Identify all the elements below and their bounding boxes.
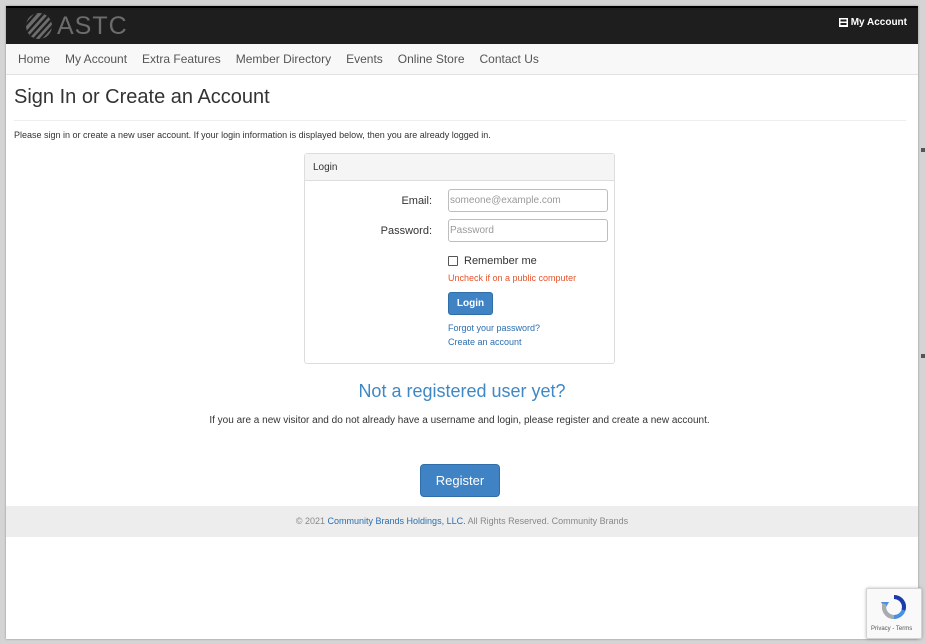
- nav-item-online-store[interactable]: Online Store: [390, 52, 472, 66]
- scrollbar-marker: [921, 148, 925, 152]
- email-field[interactable]: [448, 189, 608, 212]
- my-account-label: My Account: [850, 17, 907, 28]
- title-divider: [14, 120, 906, 121]
- logo-text: ASTC: [57, 12, 128, 40]
- top-header-bar: ASTC My Account: [6, 6, 918, 44]
- register-heading: Not a registered user yet?: [358, 381, 566, 401]
- page-title: Sign In or Create an Account: [14, 86, 270, 108]
- main-navigation: Home My Account Extra Features Member Di…: [6, 44, 918, 75]
- password-field[interactable]: [448, 219, 608, 242]
- intro-text: Please sign in or create a new user acco…: [14, 130, 491, 140]
- login-button[interactable]: Login: [448, 292, 493, 315]
- password-label: Password:: [380, 225, 432, 237]
- nav-item-my-account[interactable]: My Account: [57, 52, 134, 66]
- create-account-link[interactable]: Create an account: [448, 337, 522, 347]
- user-account-icon: [838, 18, 848, 27]
- login-panel-heading: Login: [305, 154, 614, 181]
- register-button[interactable]: Register: [420, 464, 500, 497]
- remember-me-row: Remember me: [448, 255, 537, 267]
- login-panel: Login Email: Password: Remember me Unche…: [304, 153, 615, 364]
- nav-item-extra-features[interactable]: Extra Features: [134, 52, 228, 66]
- footer-company-link[interactable]: Community Brands Holdings, LLC.: [328, 516, 466, 526]
- footer-rights: All Rights Reserved. Community Brands: [467, 516, 629, 526]
- nav-item-contact-us[interactable]: Contact Us: [472, 52, 546, 66]
- nav-item-member-directory[interactable]: Member Directory: [228, 52, 338, 66]
- scrollbar-marker: [921, 354, 925, 358]
- remember-me-label[interactable]: Remember me: [464, 255, 537, 267]
- nav-item-home[interactable]: Home: [10, 52, 57, 66]
- my-account-link[interactable]: My Account: [838, 17, 907, 28]
- recaptcha-terms[interactable]: Privacy - Terms: [871, 626, 912, 632]
- page-footer: © 2021 Community Brands Holdings, LLC. A…: [6, 506, 918, 537]
- recaptcha-icon: [881, 594, 907, 619]
- astc-globe-icon: [26, 13, 52, 39]
- forgot-password-link[interactable]: Forgot your password?: [448, 323, 540, 333]
- remember-me-hint: Uncheck if on a public computer: [448, 273, 577, 283]
- footer-copyright: © 2021: [295, 516, 325, 526]
- email-label: Email:: [401, 195, 432, 207]
- browser-page: ASTC My Account Home My Account Extra Fe…: [6, 6, 918, 639]
- register-description: If you are a new visitor and do not alre…: [209, 415, 710, 426]
- recaptcha-badge[interactable]: Privacy - Terms: [866, 588, 922, 639]
- nav-item-events[interactable]: Events: [338, 52, 390, 66]
- site-logo[interactable]: ASTC: [24, 11, 128, 41]
- remember-me-checkbox[interactable]: [448, 256, 458, 266]
